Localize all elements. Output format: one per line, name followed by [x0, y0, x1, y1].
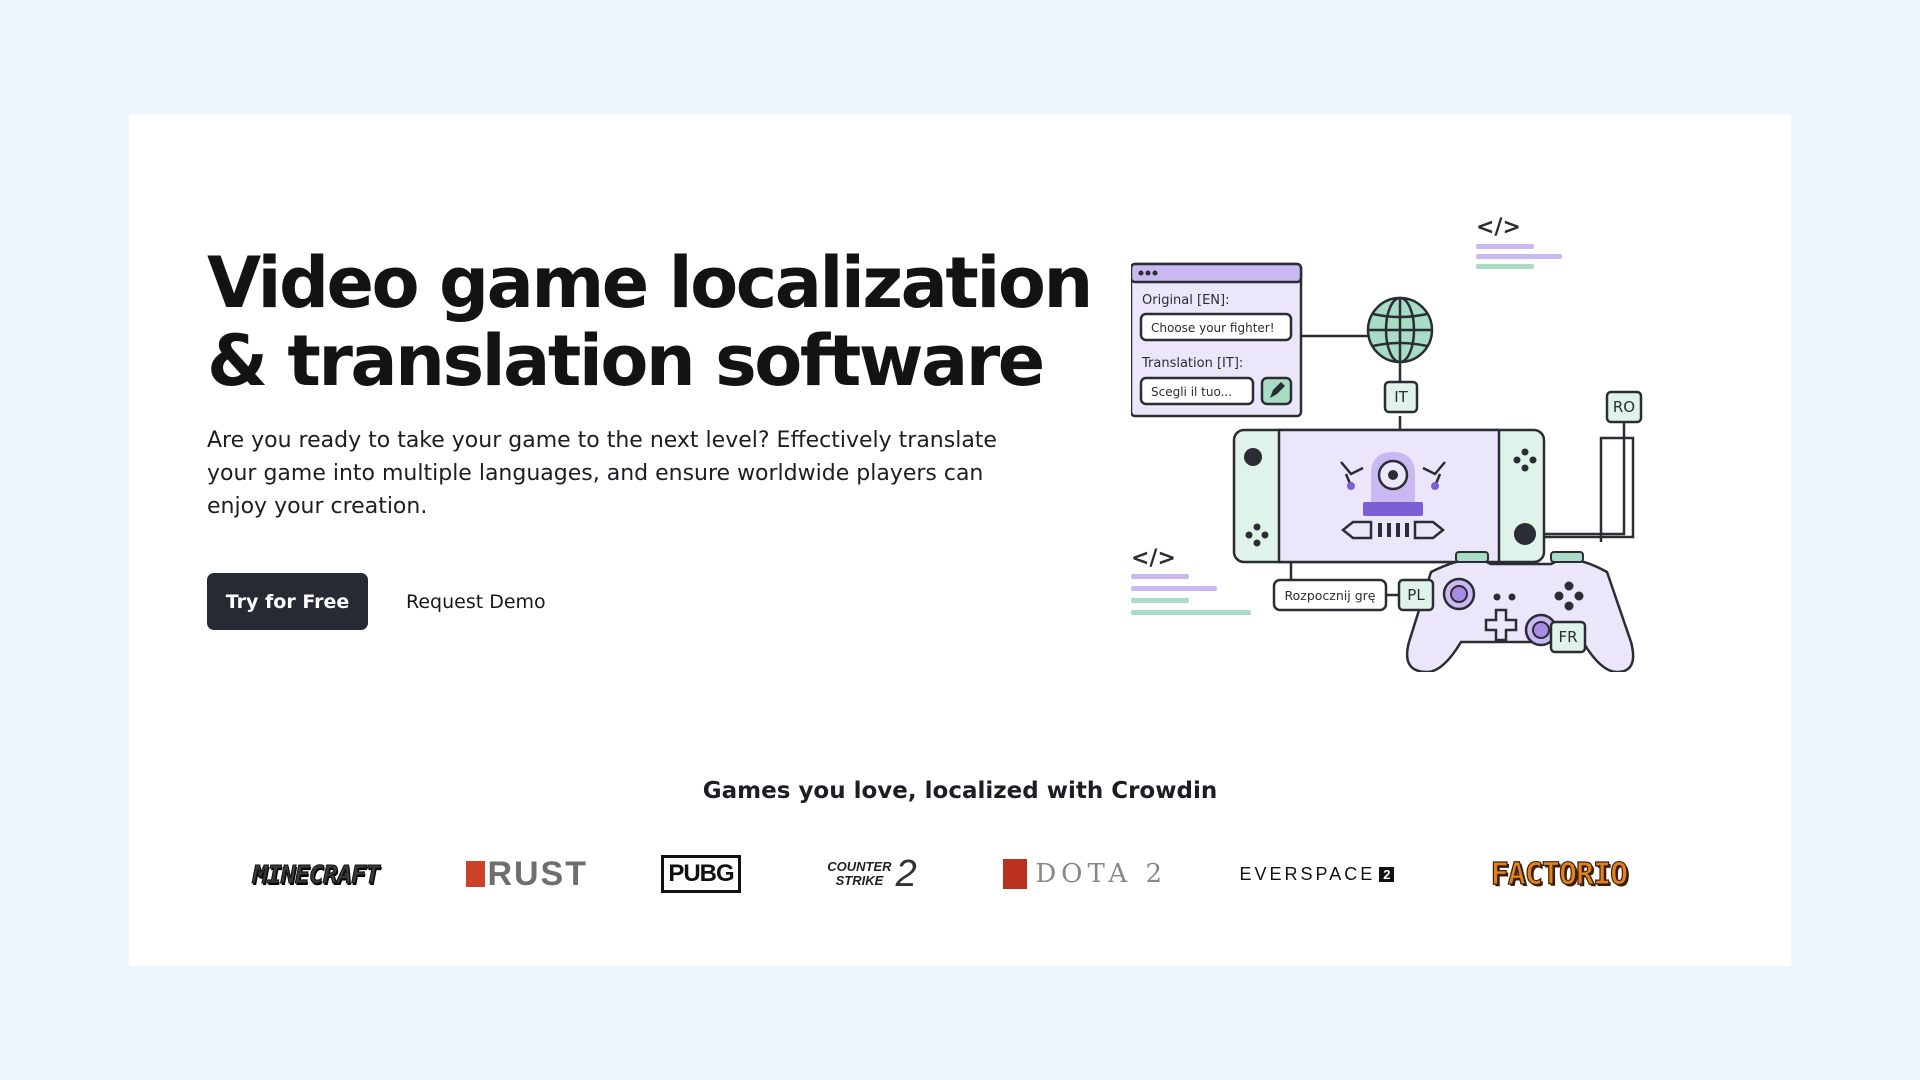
- svg-text:</>: </>: [1476, 215, 1521, 240]
- tag-it: IT: [1383, 380, 1419, 414]
- polish-text-bubble: Rozpocznij grę: [1272, 578, 1388, 612]
- title-line-1: Video game localization: [207, 242, 1093, 324]
- dota-logo-text: DOTA 2: [1035, 859, 1167, 889]
- pubg-logo-text: PUBG: [661, 855, 741, 893]
- game-logos-row: MINECRAFT RUST PUBG COUNTER STRIKE 2 DOT…: [129, 844, 1791, 904]
- translation-value: Scegli il tuo...: [1151, 385, 1232, 399]
- rust-mark-icon: [466, 861, 486, 887]
- tag-ro: RO: [1605, 390, 1643, 424]
- factorio-logo: FACTORIO: [1468, 844, 1650, 904]
- handheld-console: [1232, 428, 1546, 564]
- svg-text:IT: IT: [1394, 388, 1408, 406]
- everspace-logo-text: EVERSPACE: [1239, 863, 1376, 884]
- request-demo-link[interactable]: Request Demo: [398, 573, 554, 630]
- counter-strike-logo: COUNTER STRIKE 2: [809, 844, 935, 904]
- everspace-number: 2: [1379, 866, 1395, 882]
- games-heading: Games you love, localized with Crowdin: [702, 778, 1218, 804]
- tag-fr: FR: [1549, 620, 1587, 654]
- globe-icon: [1366, 296, 1434, 364]
- everspace-logo: EVERSPACE 2: [1240, 844, 1395, 904]
- localization-illustration: Original [EN]: Choose your fighter! Tran…: [1131, 215, 1643, 672]
- original-value: Choose your fighter!: [1151, 321, 1275, 335]
- original-label: Original [EN]:: [1142, 293, 1229, 308]
- rust-logo: RUST: [466, 844, 588, 904]
- cs-line1: COUNTER: [827, 859, 892, 874]
- title-line-2: & translation software: [207, 320, 1045, 402]
- svg-text:PL: PL: [1407, 586, 1425, 604]
- gamepad: [1405, 551, 1635, 672]
- svg-text:FR: FR: [1558, 628, 1577, 646]
- pubg-logo: PUBG: [661, 844, 741, 904]
- minecraft-logo: MINECRAFT: [242, 844, 390, 904]
- page-title: Video game localization & translation so…: [207, 244, 1107, 400]
- factorio-logo-text: FACTORIO: [1490, 856, 1629, 892]
- svg-text:</>: </>: [1131, 546, 1176, 571]
- translation-window: Original [EN]: Choose your fighter! Tran…: [1131, 262, 1303, 418]
- hero-description: Are you ready to take your game to the n…: [207, 428, 997, 519]
- tag-pl: PL: [1397, 578, 1435, 612]
- cs-line2: STRIKE: [835, 873, 884, 888]
- minecraft-logo-text: MINECRAFT: [252, 859, 380, 889]
- code-snippet-bottom: </>: [1131, 546, 1251, 615]
- dota-mark-icon: [1003, 859, 1028, 889]
- svg-text:Rozpocznij grę: Rozpocznij grę: [1285, 588, 1376, 603]
- rust-logo-text: RUST: [487, 854, 588, 893]
- svg-text:RO: RO: [1613, 398, 1635, 416]
- cs-number: 2: [895, 852, 917, 895]
- try-for-free-button[interactable]: Try for Free: [207, 573, 368, 630]
- hero-card: Video game localization & translation so…: [129, 114, 1791, 966]
- dota-logo: DOTA 2: [1003, 844, 1167, 904]
- translation-label: Translation [IT]:: [1141, 356, 1243, 371]
- code-snippet-top: </>: [1476, 215, 1562, 269]
